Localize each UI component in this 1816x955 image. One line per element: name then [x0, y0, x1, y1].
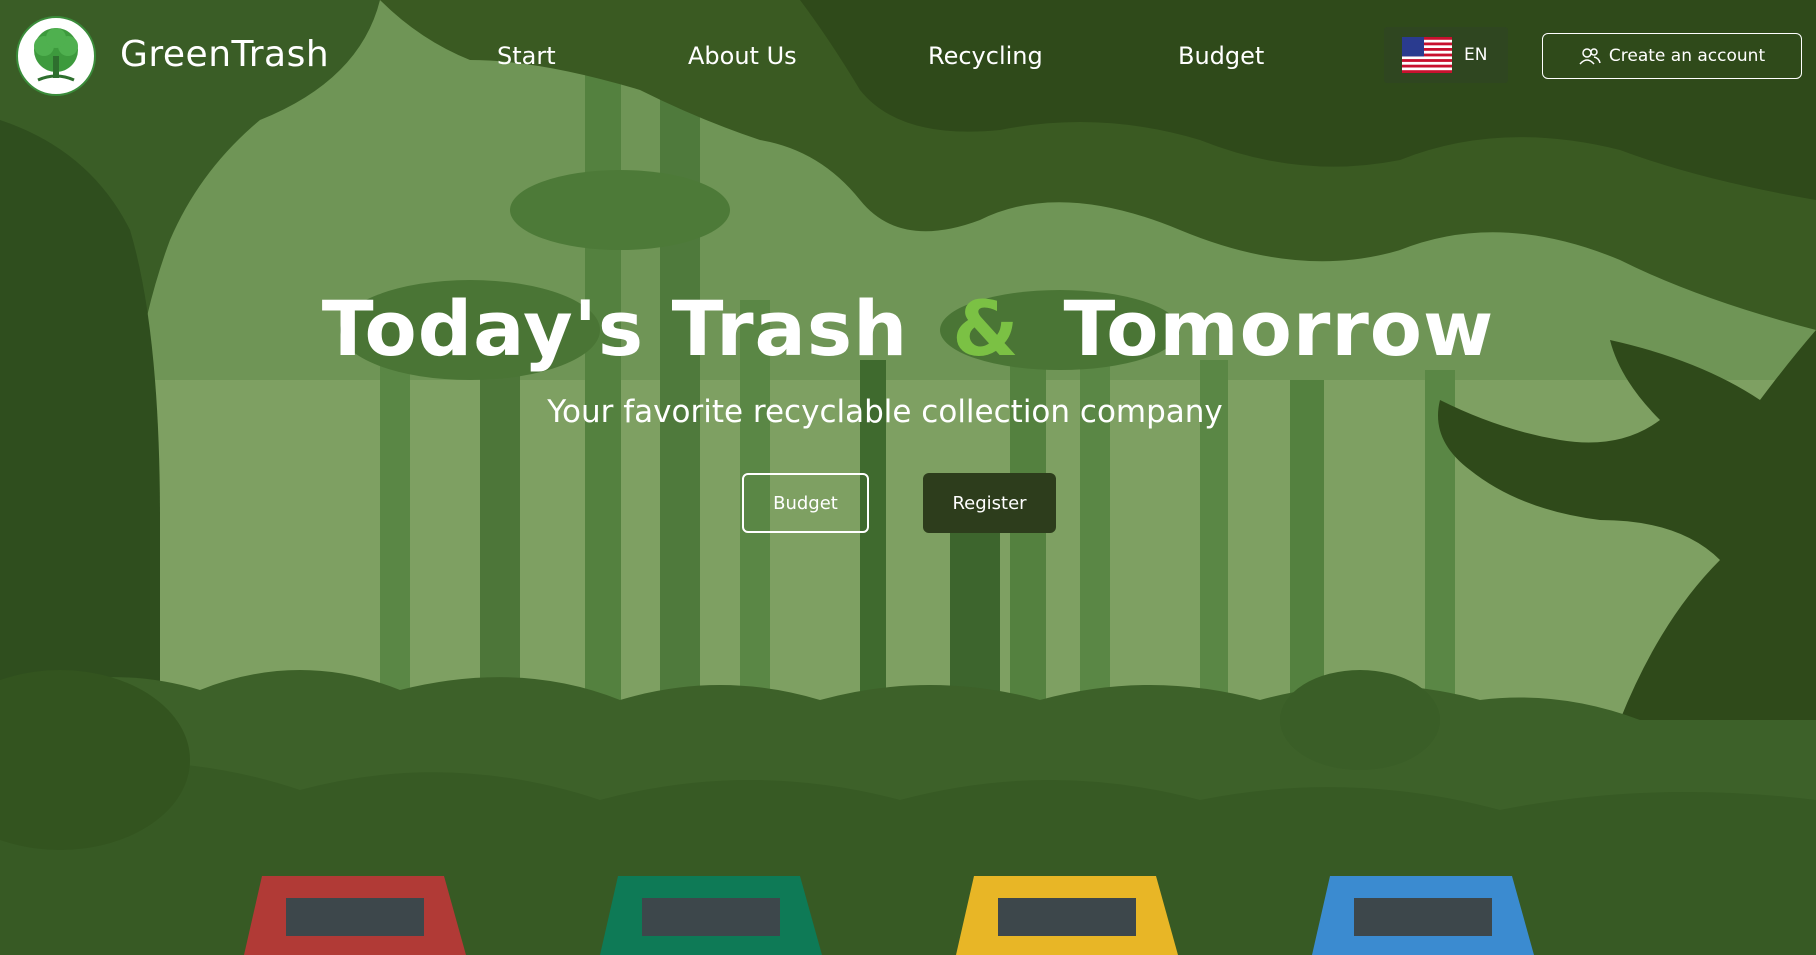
recycle-bin-green [600, 876, 822, 955]
brand-name[interactable]: GreenTrash [120, 34, 329, 75]
hero-title: Today's Trash & Tomorrow [0, 284, 1816, 373]
forest-background [0, 0, 1816, 955]
create-account-label: Create an account [1608, 46, 1766, 66]
create-account-button[interactable]: Create an account [1542, 33, 1802, 79]
recycle-bin-yellow [956, 876, 1178, 955]
hero-subtitle: Your favorite recyclable collection comp… [547, 394, 1223, 430]
hero-title-part1: Today's Trash [321, 284, 909, 373]
recycle-bin-red [244, 876, 466, 955]
tree-logo-icon [16, 16, 96, 96]
budget-button[interactable]: Budget [742, 473, 869, 533]
hero-title-part2: Tomorrow [1063, 284, 1495, 373]
nav-about-us[interactable]: About Us [688, 42, 797, 70]
register-button[interactable]: Register [923, 473, 1056, 533]
users-icon [1579, 48, 1601, 65]
nav-start[interactable]: Start [497, 42, 556, 70]
us-flag-icon [1402, 37, 1452, 73]
nav-recycling[interactable]: Recycling [928, 42, 1043, 70]
recycle-bin-blue [1312, 876, 1534, 955]
language-selector[interactable]: EN [1384, 27, 1508, 83]
nav-budget[interactable]: Budget [1178, 42, 1264, 70]
language-label: EN [1464, 45, 1488, 65]
hero-title-ampersand: & [952, 284, 1020, 373]
logo[interactable] [16, 16, 96, 96]
